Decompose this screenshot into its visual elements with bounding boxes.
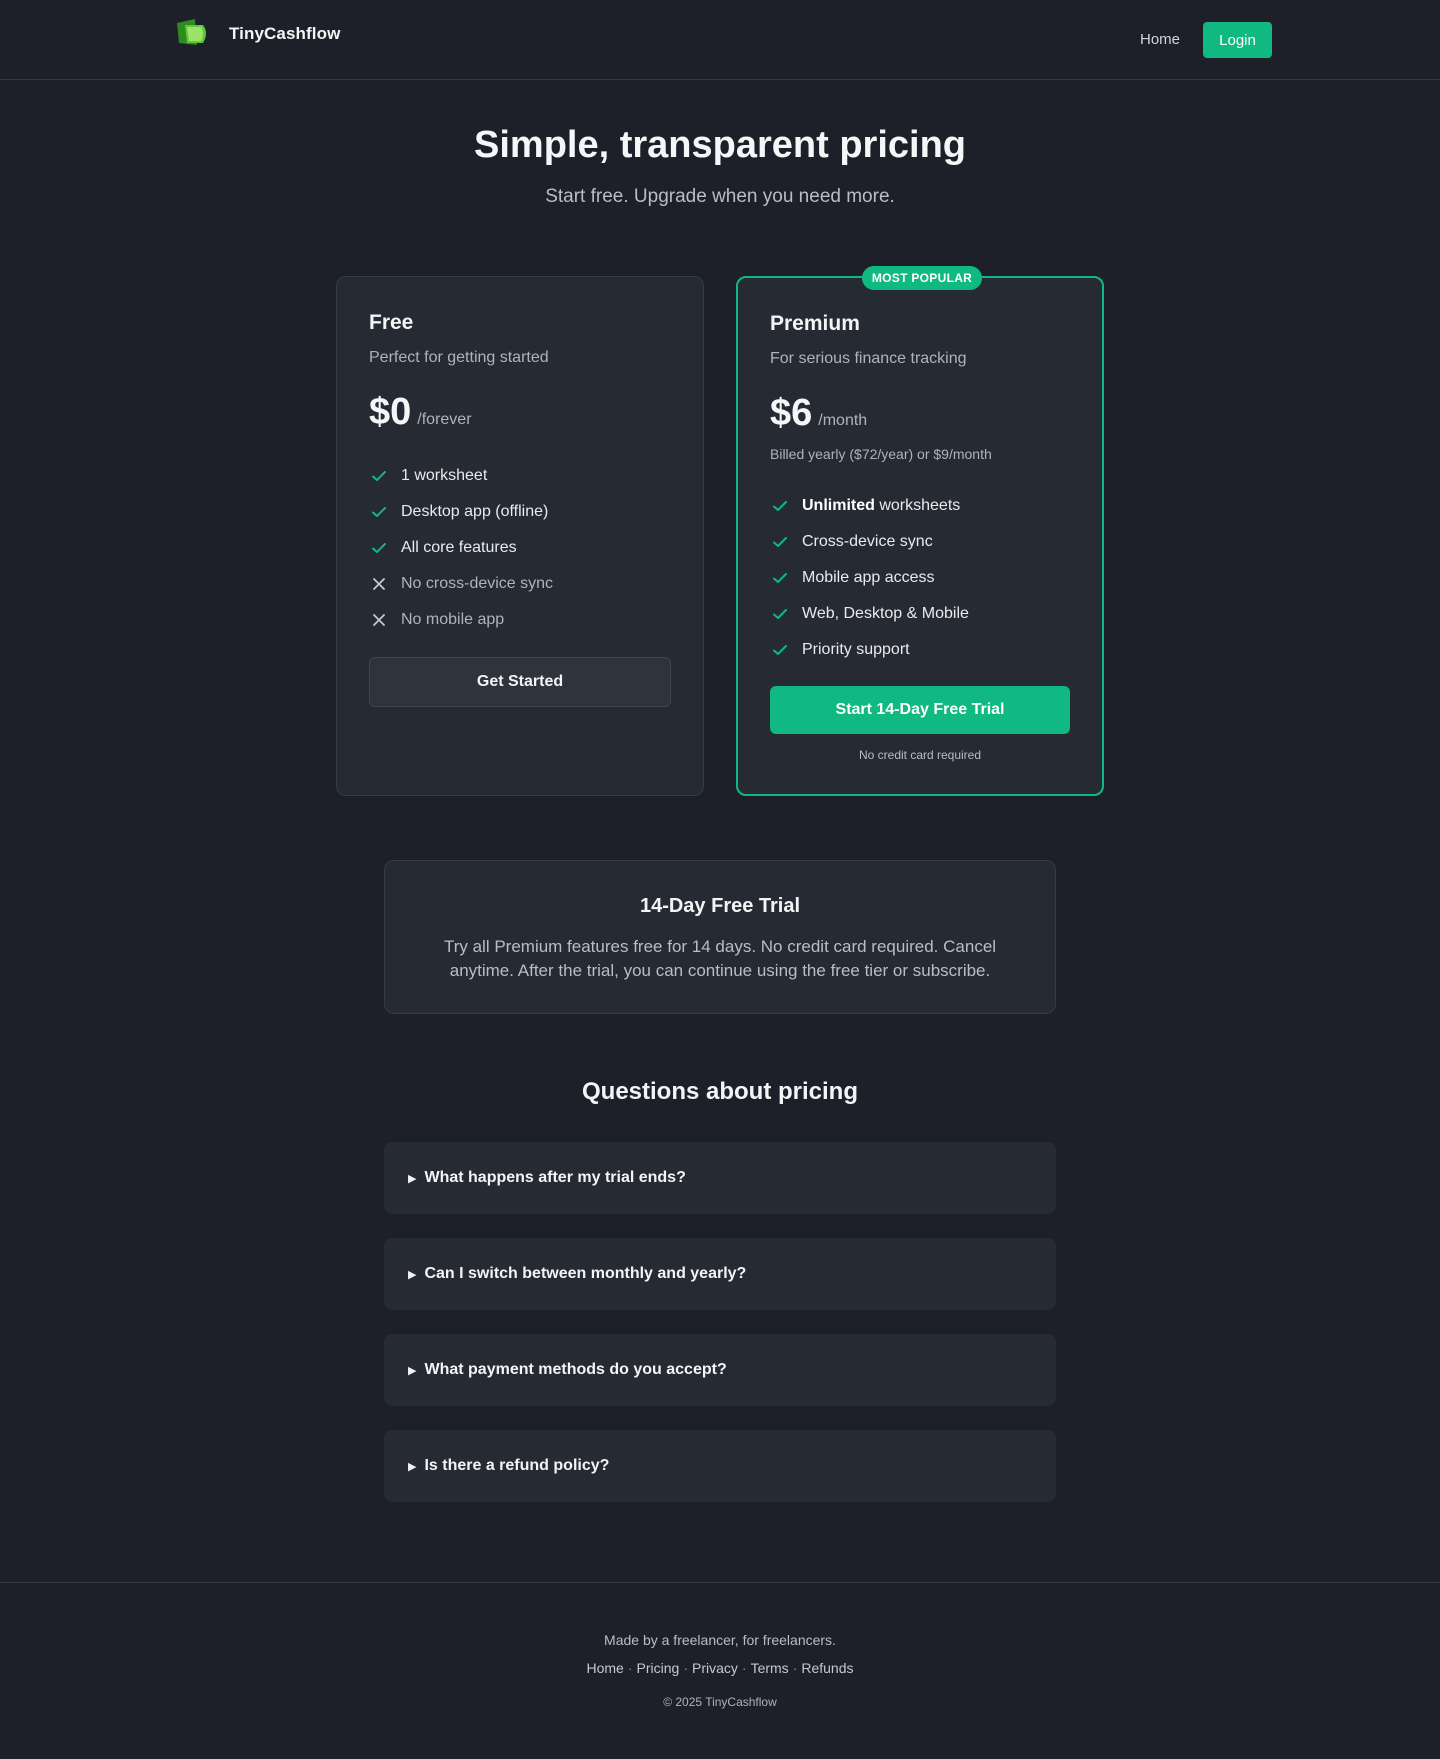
login-button[interactable]: Login: [1203, 22, 1272, 58]
premium-plan-card: MOST POPULAR Premium For serious finance…: [736, 266, 1104, 796]
feature-label: Priority support: [802, 641, 910, 658]
no-credit-card-note: No credit card required: [858, 748, 982, 762]
triangle-right-icon: ▶: [408, 1460, 417, 1473]
feature-item: All core features: [369, 530, 553, 566]
footer-link-privacy[interactable]: Privacy: [692, 1660, 738, 1676]
feature-label: 1 worksheet: [401, 467, 488, 484]
check-icon: [369, 502, 389, 522]
brand[interactable]: TinyCashflow: [175, 19, 340, 49]
page-subtitle: Start free. Upgrade when you need more.: [545, 186, 895, 207]
footer-separator: ·: [683, 1660, 688, 1676]
check-icon: [369, 538, 389, 558]
plan-name: Free: [369, 311, 414, 334]
trial-description: Try all Premium features free for 14 day…: [443, 937, 997, 980]
check-icon: [369, 466, 389, 486]
x-icon: [369, 574, 389, 594]
plan-period: /forever: [417, 411, 472, 428]
check-icon: [770, 532, 790, 552]
page-title: Simple, transparent pricing: [474, 124, 966, 166]
brand-name: TinyCashflow: [229, 24, 341, 43]
footer-divider: [0, 1582, 1440, 1583]
feature-label: No mobile app: [401, 611, 505, 628]
price-row: $0 /forever: [369, 391, 472, 434]
feature-item: Unlimited worksheets: [770, 488, 969, 524]
plan-description: Perfect for getting started: [369, 349, 549, 366]
plan-price: $0: [369, 391, 412, 433]
most-popular-badge: MOST POPULAR: [862, 266, 982, 290]
feature-label: Desktop app (offline): [401, 503, 549, 520]
feature-emphasis: Unlimited: [802, 497, 875, 514]
check-icon: [770, 568, 790, 588]
footer-links: Home · Pricing · Privacy · Terms · Refunds: [0, 1660, 1440, 1676]
feature-text: worksheets: [874, 497, 961, 514]
feature-label: No cross-device sync: [401, 575, 554, 592]
feature-item: Cross-device sync: [770, 524, 969, 560]
top-navigation-bar: TinyCashflow Home Login: [0, 0, 1440, 80]
footer-link-refunds[interactable]: Refunds: [801, 1660, 853, 1676]
logo-icon: [177, 19, 206, 45]
billing-note: Billed yearly ($72/year) or $9/month: [770, 446, 992, 462]
faq-item[interactable]: ▶ What payment methods do you accept?: [384, 1334, 1056, 1406]
feature-label: All core features: [401, 539, 517, 556]
check-icon: [770, 640, 790, 660]
feature-label: Cross-device sync: [802, 533, 933, 550]
x-icon: [369, 610, 389, 630]
copyright: © 2025 TinyCashflow: [663, 1695, 777, 1709]
feature-item: 1 worksheet: [369, 458, 553, 494]
feature-item: No mobile app: [369, 602, 553, 638]
nav-home-link[interactable]: Home: [1140, 31, 1180, 48]
plan-name: Premium: [770, 312, 860, 335]
trial-title: 14-Day Free Trial: [639, 895, 801, 917]
feature-label: Web, Desktop & Mobile: [802, 605, 969, 622]
footer-separator: ·: [792, 1660, 798, 1676]
faq-item[interactable]: ▶ Can I switch between monthly and yearl…: [384, 1238, 1056, 1310]
feature-label: Unlimited worksheets: [802, 497, 960, 515]
footer-tagline: Made by a freelancer, for freelancers.: [604, 1632, 836, 1648]
price-row: $6 /month: [770, 392, 867, 435]
faq-title: Questions about pricing: [581, 1078, 858, 1105]
check-icon: [770, 604, 790, 624]
feature-list: 1 worksheet Desktop app (offline) All co…: [369, 458, 553, 638]
trial-info-box: 14-Day Free Trial Try all Premium featur…: [384, 860, 1056, 1014]
faq-question: What payment methods do you accept?: [424, 1361, 727, 1378]
triangle-right-icon: ▶: [408, 1364, 417, 1377]
footer-link-terms[interactable]: Terms: [751, 1660, 789, 1676]
check-icon: [770, 496, 790, 516]
plan-period: /month: [818, 412, 868, 429]
triangle-right-icon: ▶: [408, 1172, 417, 1185]
footer-separator: ·: [741, 1660, 747, 1676]
footer-link-pricing[interactable]: Pricing: [637, 1660, 680, 1676]
feature-item: No cross-device sync: [369, 566, 553, 602]
footer-separator: ·: [627, 1660, 633, 1676]
feature-item: Priority support: [770, 632, 969, 668]
free-plan-card: Free Perfect for getting started $0 /for…: [336, 276, 704, 796]
faq-question: What happens after my trial ends?: [424, 1169, 686, 1186]
feature-item: Mobile app access: [770, 560, 969, 596]
feature-label: Mobile app access: [802, 569, 935, 586]
faq-question: Can I switch between monthly and yearly?: [424, 1265, 747, 1282]
start-trial-button[interactable]: Start 14-Day Free Trial: [770, 686, 1070, 734]
feature-item: Web, Desktop & Mobile: [770, 596, 969, 632]
plan-price: $6: [770, 392, 813, 434]
get-started-button[interactable]: Get Started: [369, 657, 671, 707]
faq-item[interactable]: ▶ What happens after my trial ends?: [384, 1142, 1056, 1214]
footer-link-home[interactable]: Home: [586, 1660, 623, 1676]
faq-question: Is there a refund policy?: [424, 1457, 610, 1474]
feature-item: Desktop app (offline): [369, 494, 553, 530]
faq-item[interactable]: ▶ Is there a refund policy?: [384, 1430, 1056, 1502]
triangle-right-icon: ▶: [408, 1268, 417, 1281]
feature-list: Unlimited worksheets Cross-device sync M…: [770, 488, 969, 668]
plan-description: For serious finance tracking: [770, 350, 967, 367]
